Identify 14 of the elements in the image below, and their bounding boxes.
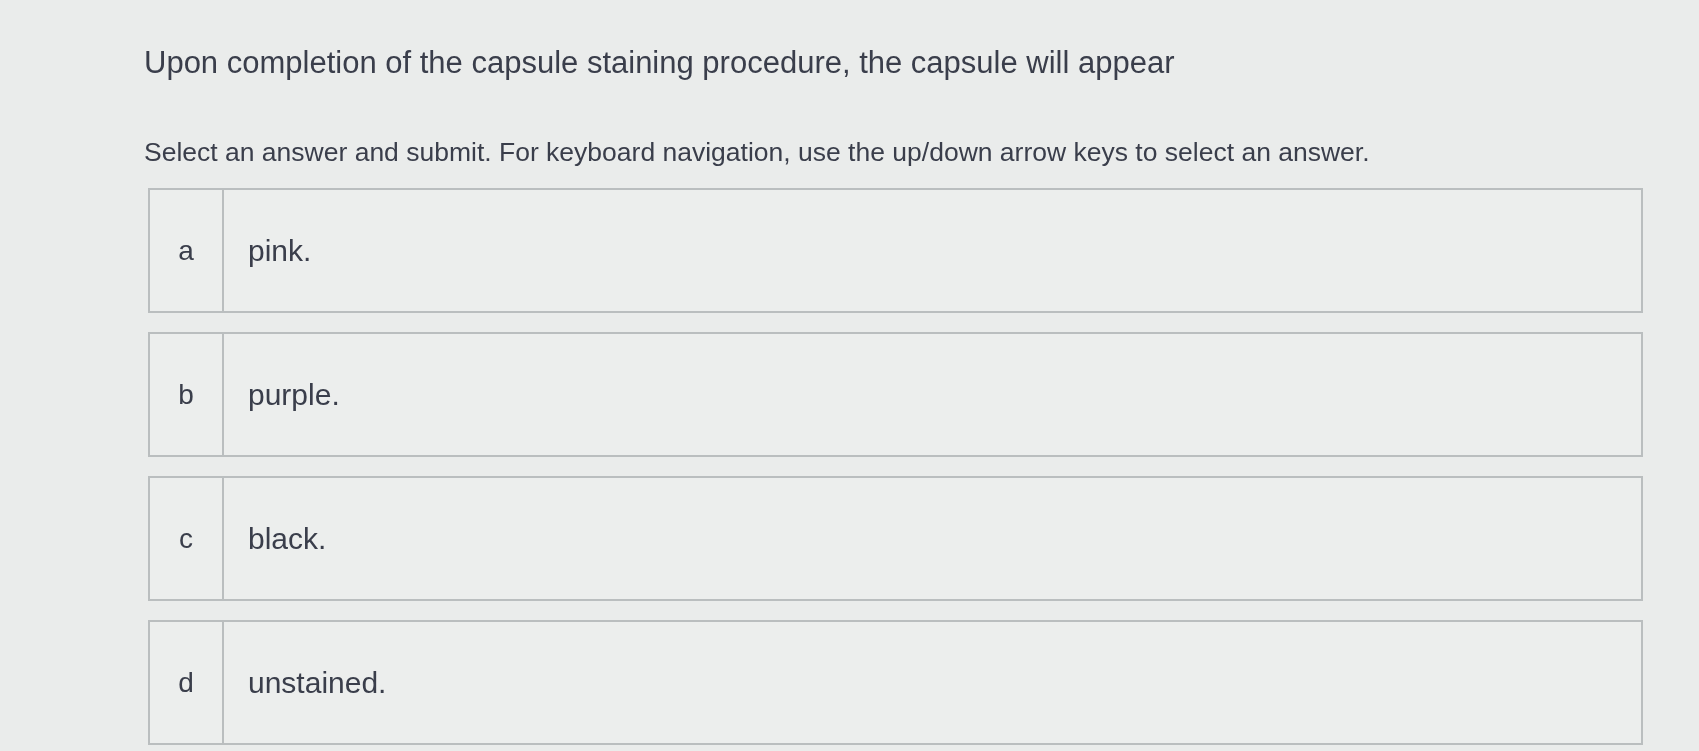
instruction-text: Select an answer and submit. For keyboard navigation, use the up/down arrow keys to select an answer. (144, 136, 1370, 168)
question-text: Upon completion of the capsule staining procedure, the capsule will appear (144, 44, 1175, 82)
option-text: purple. (248, 376, 340, 413)
answer-option[interactable]: c black. (148, 476, 1643, 601)
option-text: unstained. (248, 664, 387, 701)
option-letter: d (150, 622, 224, 743)
answer-option[interactable]: b purple. (148, 332, 1643, 457)
option-letter: b (150, 334, 224, 455)
option-text: black. (248, 520, 327, 557)
option-letter: c (150, 478, 224, 599)
option-text: pink. (248, 232, 312, 269)
answer-option[interactable]: d unstained. (148, 620, 1643, 745)
answer-option[interactable]: a pink. (148, 188, 1643, 313)
option-letter: a (150, 190, 224, 311)
